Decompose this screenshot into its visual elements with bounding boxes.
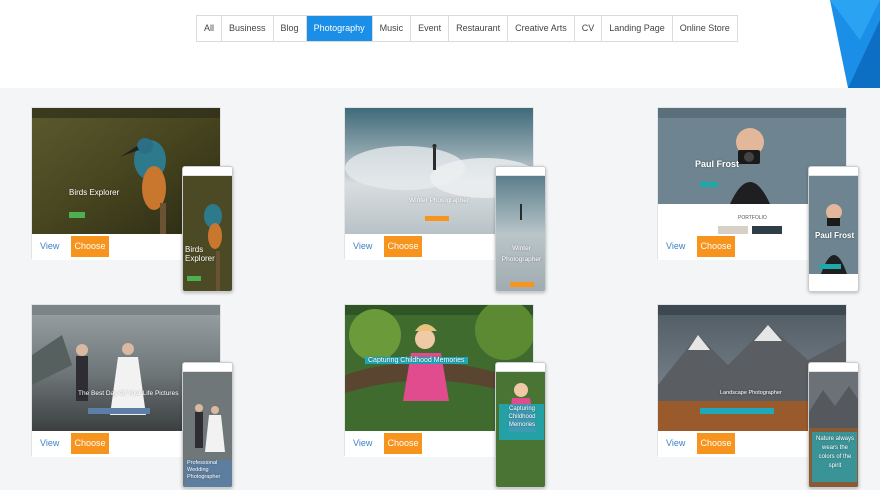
mobile-nav-bar <box>183 167 232 176</box>
hero-title: Landscape Photographer <box>720 390 782 396</box>
view-link[interactable]: View <box>40 438 59 448</box>
mobile-preview[interactable]: Paul Frost <box>808 166 859 292</box>
hero-cta <box>425 216 449 221</box>
choose-button[interactable]: Choose <box>697 433 735 454</box>
tab-blog[interactable]: Blog <box>274 16 307 41</box>
hero-cta <box>69 212 85 218</box>
decorative-shapes <box>830 0 880 88</box>
tab-business[interactable]: Business <box>222 16 274 41</box>
tab-photography[interactable]: Photography <box>306 16 373 41</box>
mobile-nav-bar <box>496 167 545 176</box>
kingfisher-mobile-image <box>183 176 232 291</box>
mobile-hero-title: Paul Frost <box>815 231 855 240</box>
mobile-hero-title: Professional Wedding Photographer <box>187 460 221 480</box>
mobile-hero-title: Capturing Childhood Memories <box>508 406 536 428</box>
mobile-hero-title: Nature always wears the colors of the sp… <box>815 436 854 469</box>
mobile-preview[interactable]: Capturing Childhood Memories <box>495 362 546 488</box>
choose-button[interactable]: Choose <box>384 236 422 257</box>
tab-event[interactable]: Event <box>411 16 450 41</box>
choose-button[interactable]: Choose <box>71 433 109 454</box>
mobile-preview[interactable]: Winter Photographer <box>495 166 546 292</box>
hero-title: Paul Frost <box>695 159 740 169</box>
view-link[interactable]: View <box>353 241 372 251</box>
view-link[interactable]: View <box>353 438 372 448</box>
mobile-nav-bar <box>183 363 232 372</box>
tab-restaurant[interactable]: Restaurant <box>449 16 509 41</box>
tab-cv[interactable]: CV <box>575 16 603 41</box>
view-link[interactable]: View <box>666 438 685 448</box>
mobile-nav-bar <box>809 167 858 176</box>
view-link[interactable]: View <box>40 241 59 251</box>
header-area: All Business Blog Photography Music Even… <box>0 0 880 88</box>
mobile-hero-title: Winter Photographer <box>501 245 542 263</box>
hero-title: Birds Explorer <box>69 188 120 197</box>
tab-music[interactable]: Music <box>373 16 412 41</box>
choose-button[interactable]: Choose <box>384 433 422 454</box>
hero-cta <box>700 408 774 414</box>
hero-cta <box>88 408 150 414</box>
tab-landing-page[interactable]: Landing Page <box>602 16 673 41</box>
tab-creative-arts[interactable]: Creative Arts <box>508 16 575 41</box>
mobile-nav-bar <box>809 363 858 372</box>
mobile-preview[interactable]: Nature always wears the colors of the sp… <box>808 362 859 488</box>
choose-button[interactable]: Choose <box>71 236 109 257</box>
hero-title: Capturing Childhood Memories <box>365 357 468 364</box>
hero-cta <box>700 182 718 187</box>
tab-all[interactable]: All <box>197 16 223 41</box>
winter-mobile-image <box>496 176 545 291</box>
tab-online-store[interactable]: Online Store <box>673 16 737 41</box>
mobile-preview[interactable]: Professional Wedding Photographer <box>182 362 233 488</box>
section-heading: PORTFOLIO <box>738 215 767 221</box>
mobile-hero-title: Birds Explorer <box>185 245 215 263</box>
hero-title: The Best Day Of Your Life Pictures <box>78 390 179 397</box>
mobile-nav-bar <box>496 363 545 372</box>
child-mobile-image <box>496 372 545 487</box>
mobile-preview[interactable]: Birds Explorer <box>182 166 233 292</box>
choose-button[interactable]: Choose <box>697 236 735 257</box>
filter-tabs: All Business Blog Photography Music Even… <box>196 15 738 42</box>
hero-title: Winter Photographer <box>409 197 469 204</box>
view-link[interactable]: View <box>666 241 685 251</box>
